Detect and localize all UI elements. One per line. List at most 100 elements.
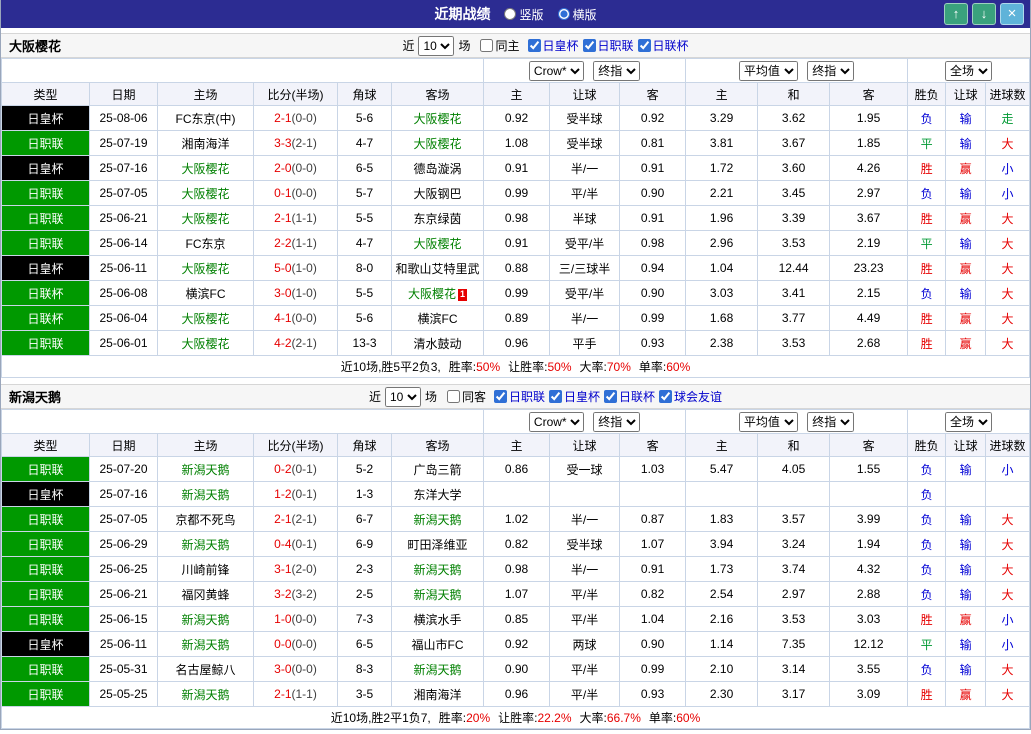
column-header: 客 [829, 433, 909, 457]
match-count-select[interactable]: 10 [384, 386, 421, 407]
close-button[interactable]: × [1000, 3, 1024, 25]
asian-odds-controls: Crow* 终指 [483, 409, 687, 434]
layout-radio-horizontal[interactable]: 横版 [557, 6, 597, 23]
score-cell: 0-2(0-1) [253, 456, 338, 482]
asian-away-odds: 1.07 [619, 531, 687, 557]
same-venue-filter[interactable]: 同主 [480, 37, 520, 54]
asian-away-odds: 0.91 [619, 205, 687, 231]
same-venue-filter[interactable]: 同客 [446, 388, 486, 405]
asian-away-odds: 0.92 [619, 105, 687, 131]
euro-away-odds: 23.23 [829, 255, 909, 281]
result-handicap: 输 [945, 230, 987, 256]
scope-select[interactable]: 全场 [945, 60, 993, 81]
euro-away-odds: 3.03 [829, 606, 909, 632]
layout-radio-vertical-input[interactable] [504, 8, 517, 20]
euro-away-odds: 2.88 [829, 581, 909, 607]
match-type: 日皇杯 [1, 631, 90, 657]
match-count-select[interactable]: 10 [418, 35, 455, 56]
asian-away-odds: 0.91 [619, 556, 687, 582]
league-checkbox[interactable] [659, 390, 673, 403]
layout-radio-horizontal-input[interactable] [557, 8, 570, 20]
away-team: 新潟天鹅 [390, 556, 485, 582]
results-table: Crow* 终指 平均值 终指 全场 类型 日期 主场 比分(半场) 角球 客场主让球客主… [0, 409, 1030, 729]
score-cell: 1-2(0-1) [253, 481, 338, 507]
league-checkbox[interactable] [549, 390, 563, 403]
league-filter[interactable]: 日皇杯 [549, 388, 600, 405]
euro-book-select[interactable]: 平均值 [738, 411, 798, 432]
odds-book-select[interactable]: Crow* [528, 60, 584, 81]
league-filter[interactable]: 日职联 [582, 37, 634, 54]
result-goals: 小 [985, 606, 1030, 632]
move-down-button[interactable]: ↓ [972, 3, 996, 25]
full-time-score: 1-0 [274, 612, 292, 626]
half-time-score: (1-1) [291, 211, 317, 225]
league-filter[interactable]: 日联杯 [604, 388, 655, 405]
same-venue-checkbox[interactable] [480, 39, 494, 52]
result-outcome: 平 [907, 230, 947, 256]
summary-row: 近10场,胜2平1负7, 胜率:20% 让胜率:22.2% 大率:66.7% 单率:60… [1, 706, 1030, 729]
asian-away-odds: 0.94 [619, 255, 687, 281]
euro-home-odds: 2.16 [685, 606, 759, 632]
league-checkbox[interactable] [527, 39, 541, 52]
move-up-button[interactable]: ↑ [944, 3, 968, 25]
euro-away-odds: 3.09 [829, 681, 909, 707]
euro-odds-controls: 平均值 终指 [685, 409, 909, 434]
league-filters: 日职联 日皇杯 日联杯 球会友谊 [490, 388, 722, 405]
up-arrow-icon: ↑ [952, 6, 960, 21]
result-handicap: 输 [945, 531, 987, 557]
away-team: 大阪樱花 [390, 105, 485, 131]
score-cell: 4-1(0-0) [253, 305, 338, 331]
result-outcome: 平 [907, 631, 947, 657]
column-header: 让球 [549, 433, 621, 457]
league-filter[interactable]: 日职联 [494, 388, 545, 405]
half-time-score: (0-0) [291, 111, 317, 125]
same-venue-checkbox[interactable] [446, 390, 460, 403]
full-time-score: 3-1 [274, 562, 292, 576]
league-filter[interactable]: 日联杯 [637, 37, 689, 54]
match-type: 日职联 [1, 130, 90, 156]
euro-book-select[interactable]: 平均值 [738, 60, 798, 81]
away-team: 湘南海洋 [390, 681, 485, 707]
handicap: 平手 [549, 330, 621, 356]
asian-home-odds: 0.89 [483, 305, 551, 331]
league-checkbox[interactable] [582, 39, 596, 52]
match-date: 25-06-11 [89, 631, 158, 657]
column-header: 类型 [1, 82, 90, 106]
summary-footer: 近10场,胜2平1负7, 胜率:20% 让胜率:22.2% 大率:66.7% 单率:60… [1, 706, 1030, 729]
result-outcome: 负 [907, 556, 947, 582]
corner-score: 7-3 [337, 606, 392, 632]
odds-book-select[interactable]: Crow* [528, 411, 584, 432]
full-time-score: 0-2 [274, 462, 292, 476]
league-filter[interactable]: 球会友谊 [659, 388, 722, 405]
result-goals: 小 [985, 180, 1030, 206]
league-checkbox[interactable] [637, 39, 651, 52]
handicap: 平/半 [549, 656, 621, 682]
scope-controls: 全场 [907, 58, 1030, 83]
corner-score: 5-5 [337, 280, 392, 306]
column-header: 胜负 [907, 82, 947, 106]
euro-home-odds: 1.83 [685, 506, 759, 532]
match-date: 25-07-20 [89, 456, 158, 482]
league-checkbox[interactable] [604, 390, 618, 403]
league-label: 日联杯 [619, 390, 656, 404]
match-row: 日职联 25-07-05 大阪樱花 0-1(0-0) 5-7 大阪钢巴 0.99 平/半 0.9… [1, 180, 1030, 206]
match-type: 日联杯 [1, 305, 90, 331]
match-type: 日职联 [1, 681, 90, 707]
odds-time-select[interactable]: 终指 [593, 60, 641, 81]
euro-away-odds: 1.94 [829, 531, 909, 557]
layout-radio-vertical[interactable]: 竖版 [504, 6, 544, 23]
euro-time-select[interactable]: 终指 [807, 411, 855, 432]
euro-draw-odds: 3.57 [757, 506, 831, 532]
euro-draw-odds: 3.77 [757, 305, 831, 331]
match-date: 25-07-05 [89, 180, 158, 206]
away-team: 广岛三箭 [390, 456, 485, 482]
league-checkbox[interactable] [494, 390, 507, 403]
scope-select[interactable]: 全场 [945, 411, 993, 432]
match-date: 25-06-04 [89, 305, 158, 331]
score-cell: 3-3(2-1) [253, 130, 338, 156]
result-handicap: 赢 [945, 305, 987, 331]
away-team: 大阪樱花 [390, 130, 485, 156]
odds-time-select[interactable]: 终指 [593, 411, 641, 432]
euro-time-select[interactable]: 终指 [807, 60, 855, 81]
league-filter[interactable]: 日皇杯 [527, 37, 579, 54]
